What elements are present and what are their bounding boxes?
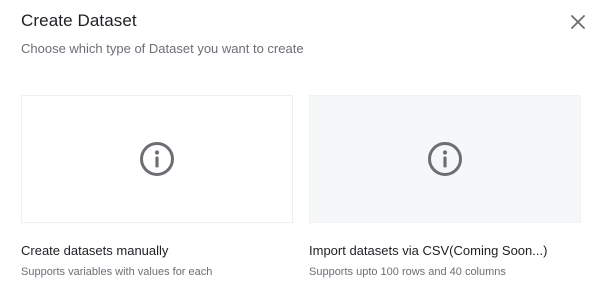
csv-import-title[interactable]: Import datasets via CSV(Coming Soon...) [309, 243, 547, 258]
dialog-subtitle: Choose which type of Dataset you want to… [21, 41, 304, 56]
info-icon [427, 141, 463, 177]
manual-dataset-title[interactable]: Create datasets manually [21, 243, 168, 258]
dialog-title: Create Dataset [21, 11, 137, 30]
close-icon[interactable] [568, 12, 588, 32]
info-icon [139, 141, 175, 177]
manual-dataset-card[interactable] [21, 95, 293, 223]
manual-dataset-description: Supports variables with values for each [21, 266, 213, 278]
csv-import-description: Supports upto 100 rows and 40 columns [309, 266, 506, 278]
csv-import-card[interactable] [309, 95, 581, 223]
create-dataset-dialog: Create Dataset Choose which type of Data… [0, 0, 599, 301]
